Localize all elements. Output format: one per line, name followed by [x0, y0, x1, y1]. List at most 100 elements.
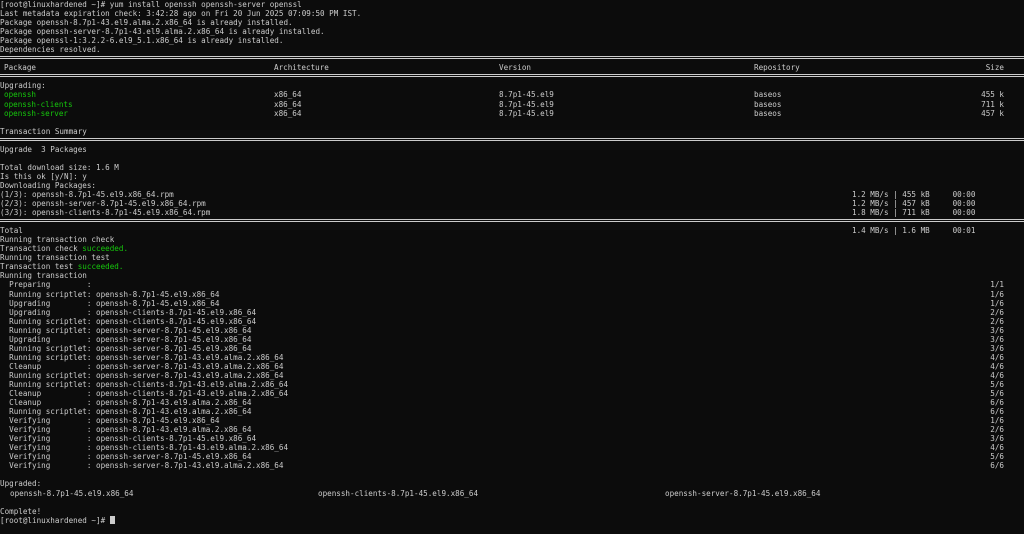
transaction-step: Verifying : openssh-server-8.7p1-43.el9.… [0, 461, 1024, 470]
download-item: (3/3): openssh-clients-8.7p1-45.el9.x86_… [0, 208, 1024, 217]
step-count: 5/6 [990, 452, 1004, 462]
transaction-step: Cleanup : openssh-8.7p1-43.el9.alma.2.x8… [0, 398, 1024, 407]
column-header-architecture: Architecture [274, 63, 329, 73]
downloading-label: Downloading Packages: [0, 180, 97, 190]
transaction-step: Running scriptlet: openssh-server-8.7p1-… [0, 353, 1024, 362]
package-size: 711 k [981, 99, 1004, 109]
transaction-step: Preparing : 1/1 [0, 280, 1024, 289]
output-line: Last metadata expiration check: 3:42:28 … [0, 9, 1024, 18]
step-text: Upgrading : openssh-8.7p1-45.el9.x86_64 [0, 298, 220, 308]
test-running-text: Running transaction test [0, 253, 110, 263]
download-item: (2/3): openssh-server-8.7p1-45.el9.x86_6… [0, 199, 1024, 208]
step-text: Verifying : openssh-server-8.7p1-43.el9.… [0, 461, 284, 471]
transaction-summary-label: Transaction Summary [0, 126, 87, 136]
metadata-check-text: Last metadata expiration check: 3:42:28 … [0, 9, 362, 19]
step-text: Preparing : [0, 280, 92, 290]
package-repo: baseos [754, 108, 782, 118]
step-text: Verifying : openssh-8.7p1-43.el9.alma.2.… [0, 425, 252, 435]
upgraded-package: openssh-server-8.7p1-45.el9.x86_64 [665, 488, 821, 498]
table-row: openssh-clients x86_64 8.7p1-45.el9 base… [0, 100, 1024, 109]
package-arch: x86_64 [274, 99, 302, 109]
success-status: succeeded. [77, 262, 124, 272]
transaction-step: Verifying : openssh-clients-8.7p1-45.el9… [0, 434, 1024, 443]
output-line: Running transaction [0, 271, 1024, 280]
step-text: Cleanup : openssh-server-8.7p1-43.el9.al… [0, 361, 284, 371]
column-header-repository: Repository [754, 63, 800, 73]
column-header-package: Package [4, 63, 37, 73]
output-line: Running transaction check [0, 235, 1024, 244]
step-count: 1/1 [990, 280, 1004, 290]
step-text: Running scriptlet: openssh-clients-8.7p1… [0, 316, 257, 326]
table-row: openssh x86_64 8.7p1-45.el9 baseos 455 k [0, 90, 1024, 99]
step-text: Running scriptlet: openssh-8.7p1-45.el9.… [0, 289, 220, 299]
download-item: (1/3): openssh-8.7p1-45.el9.x86_64.rpm 1… [0, 190, 1024, 199]
step-count: 2/6 [990, 316, 1004, 326]
step-text: Verifying : openssh-server-8.7p1-45.el9.… [0, 452, 252, 462]
prompt-line[interactable]: [root@linuxhardened ~]# [0, 515, 1024, 525]
output-line: Running transaction test [0, 253, 1024, 262]
step-text: Running scriptlet: openssh-8.7p1-43.el9.… [0, 407, 252, 417]
package-version: 8.7p1-45.el9 [499, 108, 554, 118]
section-label: Upgrading: [0, 81, 1024, 90]
step-count: 1/6 [990, 289, 1004, 299]
test-result-text: Transaction test [0, 262, 78, 272]
terminal-window[interactable]: [root@linuxhardened ~]# yum install open… [0, 0, 1024, 534]
step-count: 3/6 [990, 434, 1004, 444]
step-text: Verifying : openssh-clients-8.7p1-45.el9… [0, 434, 257, 444]
upgraded-list: openssh-8.7p1-45.el9.x86_64 openssh-clie… [0, 489, 1024, 498]
step-text: Cleanup : openssh-clients-8.7p1-43.el9.a… [0, 389, 289, 399]
package-size: 457 k [981, 108, 1004, 118]
package-size: 455 k [981, 90, 1004, 100]
installed-notice: Package openssh-8.7p1-43.el9.alma.2.x86_… [0, 18, 293, 28]
table-header-row: Package Architecture Version Repository … [0, 63, 1024, 72]
step-count: 4/6 [990, 361, 1004, 371]
installed-notice: Package openssh-server-8.7p1-43.el9.alma… [0, 27, 325, 37]
output-line: Transaction check succeeded. [0, 244, 1024, 253]
step-count: 2/6 [990, 425, 1004, 435]
output-line: Is this ok [y/N]: y [0, 172, 1024, 181]
output-line: Upgraded: [0, 479, 1024, 488]
output-line: Package openssl-1:3.2.2-6.el9_5.1.x86_64… [0, 36, 1024, 45]
table-row: openssh-server x86_64 8.7p1-45.el9 baseo… [0, 109, 1024, 118]
transaction-step: Verifying : openssh-server-8.7p1-45.el9.… [0, 452, 1024, 461]
upgrade-count-text: Upgrade 3 Packages [0, 144, 87, 154]
package-name: openssh [4, 90, 37, 100]
upgraded-package: openssh-8.7p1-45.el9.x86_64 [10, 488, 134, 498]
total-label: Total [0, 226, 23, 236]
output-line: Complete! [0, 507, 1024, 516]
summary-title: Transaction Summary [0, 127, 1024, 136]
transaction-step: Running scriptlet: openssh-8.7p1-45.el9.… [0, 290, 1024, 299]
confirm-prompt: Is this ok [y/N]: y [0, 171, 87, 181]
package-name: openssh-clients [4, 99, 73, 109]
transaction-step: Verifying : openssh-clients-8.7p1-43.el9… [0, 443, 1024, 452]
output-line: Dependencies resolved. [0, 45, 1024, 54]
step-count: 5/6 [990, 379, 1004, 389]
text-cursor[interactable] [109, 515, 115, 524]
transaction-step: Verifying : openssh-8.7p1-45.el9.x86_64 1… [0, 416, 1024, 425]
download-stats: 1.2 MB/s | 455 kB 00:00 [852, 189, 976, 199]
transaction-step: Upgrading : openssh-server-8.7p1-45.el9.… [0, 335, 1024, 344]
step-text: Running scriptlet: openssh-server-8.7p1-… [0, 343, 252, 353]
package-arch: x86_64 [274, 108, 302, 118]
step-count: 3/6 [990, 343, 1004, 353]
running-transaction-text: Running transaction [0, 271, 87, 281]
installed-notice: Package openssl-1:3.2.2-6.el9_5.1.x86_64… [0, 36, 284, 46]
transaction-step: Running scriptlet: openssh-server-8.7p1-… [0, 326, 1024, 335]
step-text: Running scriptlet: openssh-server-8.7p1-… [0, 325, 252, 335]
transaction-step: Verifying : openssh-8.7p1-43.el9.alma.2.… [0, 425, 1024, 434]
output-line: Package openssh-8.7p1-43.el9.alma.2.x86_… [0, 18, 1024, 27]
upgrading-label: Upgrading: [0, 81, 46, 91]
step-text: Cleanup : openssh-8.7p1-43.el9.alma.2.x8… [0, 398, 252, 408]
step-text: Verifying : openssh-8.7p1-45.el9.x86_64 [0, 416, 220, 426]
success-status: succeeded. [82, 244, 129, 254]
output-line: Transaction test succeeded. [0, 262, 1024, 271]
step-count: 6/6 [990, 407, 1004, 417]
step-count: 4/6 [990, 370, 1004, 380]
step-count: 6/6 [990, 398, 1004, 408]
transaction-steps: Preparing : 1/1 Running scriptlet: openss… [0, 280, 1024, 470]
shell-prompt: [root@linuxhardened ~]# [0, 515, 110, 525]
divider [0, 136, 1024, 145]
divider [0, 72, 1024, 81]
step-count: 1/6 [990, 298, 1004, 308]
